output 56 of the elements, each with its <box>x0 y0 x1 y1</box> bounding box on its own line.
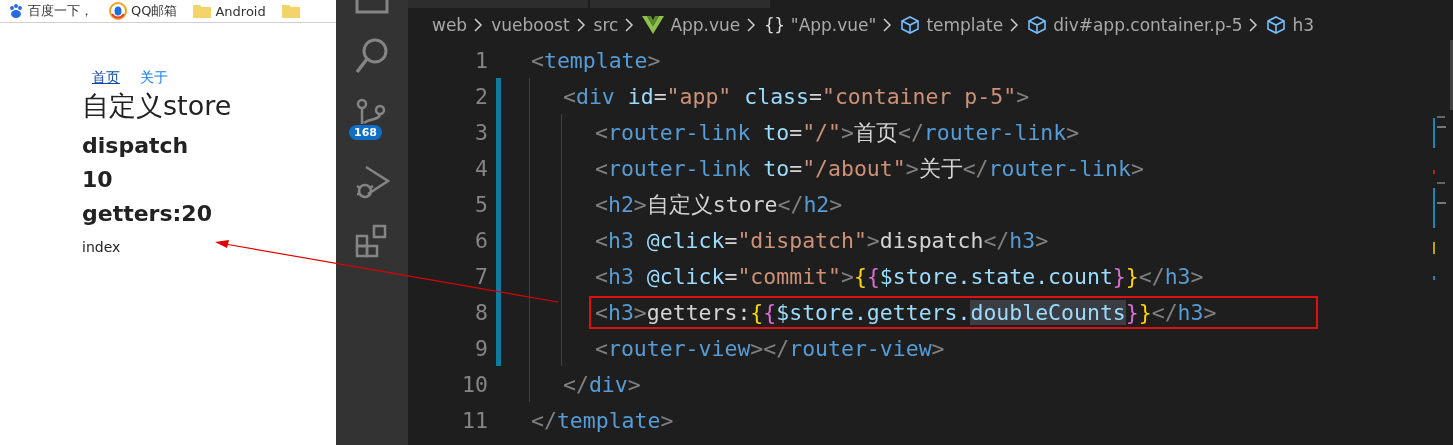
cube-icon <box>1266 15 1287 35</box>
breadcrumb-item[interactable]: vueboost <box>491 15 570 35</box>
vue-icon <box>642 16 665 34</box>
line-number: 6 <box>474 227 489 253</box>
bookmark-link[interactable]: 百度一下， <box>28 2 93 20</box>
bookmark-link[interactable]: QQ邮箱 <box>131 2 178 20</box>
nav-link[interactable]: 首页 <box>92 69 120 87</box>
code-line: <router-link to="/about">关于</router-link> <box>594 154 1145 183</box>
page-subheading: getters:20 <box>82 203 213 225</box>
line-number: 9 <box>474 335 489 361</box>
chevron-icon <box>882 17 893 33</box>
line-number: 7 <box>474 263 489 289</box>
code-line: <template> <box>530 46 662 75</box>
bookmark-link[interactable]: Android <box>215 3 266 19</box>
breadcrumb-item[interactable]: App.vue <box>670 15 741 35</box>
code-line: <h2>自定义store</h2> <box>594 190 844 219</box>
breadcrumb-item[interactable]: web <box>432 15 468 35</box>
chevron-icon <box>473 17 484 33</box>
line-number: 1 <box>474 47 489 73</box>
search-icon[interactable] <box>354 36 390 76</box>
chevron-icon <box>746 17 757 33</box>
chevron-icon <box>624 17 635 33</box>
code-line: <h3 @click="commit">{{$store.state.count}}</h3> <box>594 262 1205 291</box>
scrollbar[interactable] <box>1450 40 1453 110</box>
nav-link[interactable]: 关于 <box>140 69 168 87</box>
line-number: 8 <box>474 299 489 325</box>
code-line: <router-view></router-view> <box>594 334 946 363</box>
code-line: <h3 @click="dispatch">dispatch</h3> <box>594 226 1050 255</box>
breadcrumb-item[interactable]: src <box>593 15 619 35</box>
breadcrumb-item[interactable]: h3 <box>1292 15 1315 35</box>
braces-symbol: {} <box>764 15 785 35</box>
line-number: 4 <box>474 155 489 181</box>
code-line: </template> <box>530 406 675 435</box>
chevron-icon <box>1009 17 1020 33</box>
cube-icon <box>1027 15 1048 35</box>
code-line: </div> <box>562 370 642 399</box>
line-number: 3 <box>474 119 489 145</box>
breadcrumb-item[interactable]: div#app.container.p-5 <box>1053 15 1243 35</box>
view-text: index <box>82 239 122 255</box>
code-line: <router-link to="/">首页</router-link> <box>594 118 1081 147</box>
page-subheading: dispatch <box>82 135 190 157</box>
count-badge: 168 <box>349 125 382 140</box>
line-number: 2 <box>474 83 489 109</box>
breadcrumb-item[interactable]: "App.vue" <box>790 15 877 35</box>
code-line: <div id="app" class="container p-5"> <box>562 82 1031 111</box>
line-number: 5 <box>474 191 489 217</box>
chevron-icon <box>575 17 586 33</box>
line-number: 10 <box>461 371 489 397</box>
line-number: 11 <box>461 407 489 433</box>
breadcrumb-item[interactable]: template <box>926 15 1004 35</box>
page-heading: 自定义store <box>82 89 233 123</box>
extensions-icon[interactable] <box>355 224 389 258</box>
paw-icon <box>8 3 24 19</box>
page-subheading: 10 <box>82 169 114 191</box>
cube-icon <box>900 15 921 35</box>
chevron-icon <box>1248 17 1259 33</box>
